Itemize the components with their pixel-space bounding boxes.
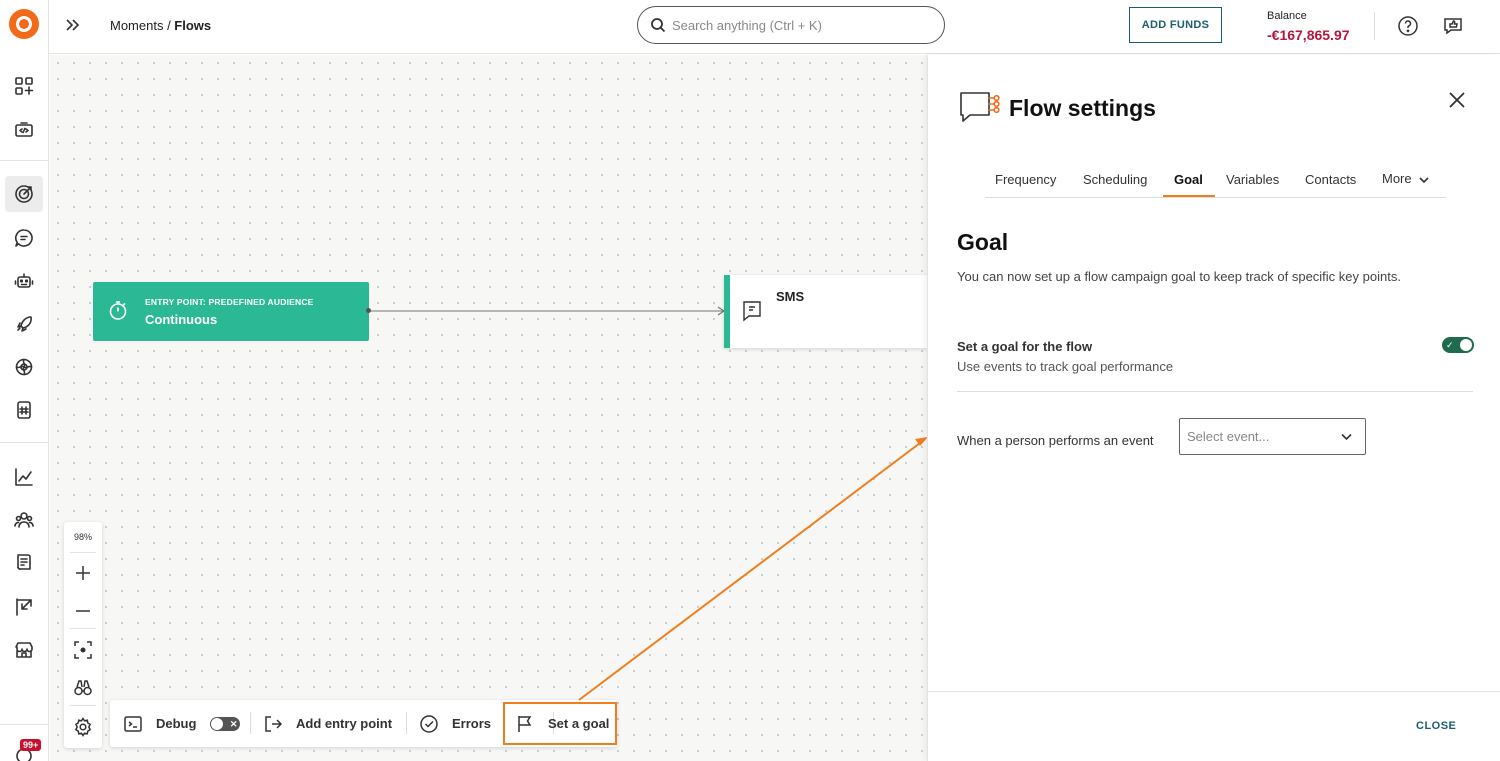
logo[interactable]: [9, 9, 39, 39]
header-divider: [1374, 12, 1375, 40]
event-label: When a person performs an event: [957, 433, 1154, 448]
feedback-icon[interactable]: [1442, 15, 1464, 37]
analytics-icon[interactable]: [12, 465, 36, 489]
documents-icon[interactable]: [12, 551, 36, 575]
top-header: Moments / Flows ADD FUNDS Balance -€167,…: [49, 0, 1500, 54]
settings-icon[interactable]: [73, 717, 93, 737]
entry-point-type: ENTRY POINT: PREDEFINED AUDIENCE: [145, 297, 314, 307]
event-select[interactable]: Select event...: [1179, 418, 1366, 455]
flow-canvas[interactable]: ENTRY POINT: PREDEFINED AUDIENCE Continu…: [50, 55, 927, 761]
hash-icon[interactable]: [12, 398, 36, 422]
find-icon[interactable]: [73, 678, 93, 698]
search-input[interactable]: [672, 17, 922, 33]
entry-point-icon: [265, 715, 283, 732]
goal-toggle[interactable]: ✓: [1442, 337, 1474, 353]
entry-point-node[interactable]: ENTRY POINT: PREDEFINED AUDIENCE Continu…: [93, 282, 369, 341]
tab-frequency[interactable]: Frequency: [995, 172, 1056, 187]
expand-icon[interactable]: [63, 15, 83, 35]
set-goal-highlight: [503, 702, 617, 745]
chevron-down-icon: [1419, 176, 1429, 183]
check-circle-icon: [420, 714, 438, 733]
bot-icon[interactable]: [12, 269, 36, 293]
balance-value: -€167,865.97: [1267, 27, 1350, 43]
flow-settings-icon: [958, 90, 1002, 126]
event-select-placeholder: Select event...: [1187, 429, 1270, 444]
zoom-level: 98%: [73, 532, 92, 542]
conversations-icon[interactable]: [12, 226, 36, 250]
sms-icon: [740, 299, 764, 323]
toolbar-divider: [406, 712, 407, 734]
sms-node[interactable]: SMS: [724, 275, 927, 348]
sms-node-label: SMS: [776, 289, 805, 304]
sidebar-divider: [0, 160, 49, 161]
integrations-icon[interactable]: [12, 355, 36, 379]
debug-control[interactable]: Debug: [123, 700, 241, 747]
terminal-icon: [124, 715, 142, 732]
zoom-divider: [70, 705, 96, 706]
marketplace-icon[interactable]: [12, 638, 36, 662]
errors-label: Errors: [452, 716, 492, 731]
tab-more-label: More: [1382, 171, 1412, 186]
debug-label: Debug: [156, 716, 197, 731]
sidebar-divider: [0, 442, 49, 443]
section-description: You can now set up a flow campaign goal …: [957, 269, 1401, 284]
tab-goal[interactable]: Goal: [1174, 172, 1203, 187]
search-bar[interactable]: [637, 6, 945, 44]
close-icon[interactable]: [1447, 90, 1467, 110]
goal-toggle-help: Use events to track goal performance: [957, 359, 1174, 374]
goal-toggle-label: Set a goal for the flow: [957, 339, 1093, 354]
close-button[interactable]: CLOSE: [1416, 720, 1456, 732]
help-icon[interactable]: [1397, 15, 1419, 37]
zoom-controls: 98%: [64, 522, 102, 748]
toolbar-divider: [250, 712, 251, 734]
timer-icon: [107, 299, 129, 321]
fit-view-icon[interactable]: [73, 640, 93, 660]
search-icon: [651, 18, 666, 33]
people-icon[interactable]: [12, 508, 36, 532]
connector-handle[interactable]: [366, 308, 371, 313]
flow-settings-panel: Flow settings Frequency Scheduling Goal …: [927, 55, 1500, 761]
tab-variables[interactable]: Variables: [1226, 172, 1279, 187]
developer-tools-icon[interactable]: [12, 118, 36, 142]
balance-label: Balance: [1267, 10, 1307, 22]
moments-target-icon[interactable]: [12, 182, 36, 206]
active-tab-indicator: [1163, 195, 1215, 197]
add-funds-button[interactable]: ADD FUNDS: [1129, 7, 1222, 43]
node-connector: [369, 310, 726, 312]
breadcrumb: Moments / Flows: [110, 18, 211, 33]
panel-footer-divider: [928, 691, 1500, 692]
add-widget-icon[interactable]: [12, 74, 36, 98]
left-sidebar: 99+: [0, 0, 49, 761]
tab-more[interactable]: More: [1382, 171, 1430, 186]
breadcrumb-parent[interactable]: Moments /: [110, 18, 174, 33]
zoom-divider: [70, 628, 96, 629]
zoom-out-icon[interactable]: [73, 601, 93, 621]
entry-point-mode: Continuous: [145, 312, 218, 327]
errors-button[interactable]: Errors: [419, 700, 491, 747]
zoom-in-icon[interactable]: [73, 563, 93, 583]
rocket-icon[interactable]: [12, 312, 36, 336]
breadcrumb-current: Flows: [174, 18, 212, 33]
exchange-icon[interactable]: [12, 595, 36, 619]
tab-scheduling[interactable]: Scheduling: [1083, 172, 1147, 187]
tab-contacts[interactable]: Contacts: [1305, 172, 1356, 187]
panel-divider: [957, 391, 1473, 392]
panel-title: Flow settings: [1009, 95, 1156, 121]
zoom-divider: [70, 552, 96, 553]
notification-badge: 99+: [20, 739, 42, 751]
add-entry-point-button[interactable]: Add entry point: [263, 700, 392, 747]
sidebar-divider: [0, 724, 49, 725]
debug-toggle[interactable]: [210, 716, 241, 731]
add-entry-point-label: Add entry point: [296, 716, 393, 731]
settings-tabs: Frequency Scheduling Goal Variables Cont…: [985, 163, 1446, 198]
section-title: Goal: [957, 229, 1009, 255]
check-icon: ✓: [1446, 340, 1454, 350]
chevron-down-icon: [1341, 433, 1352, 441]
